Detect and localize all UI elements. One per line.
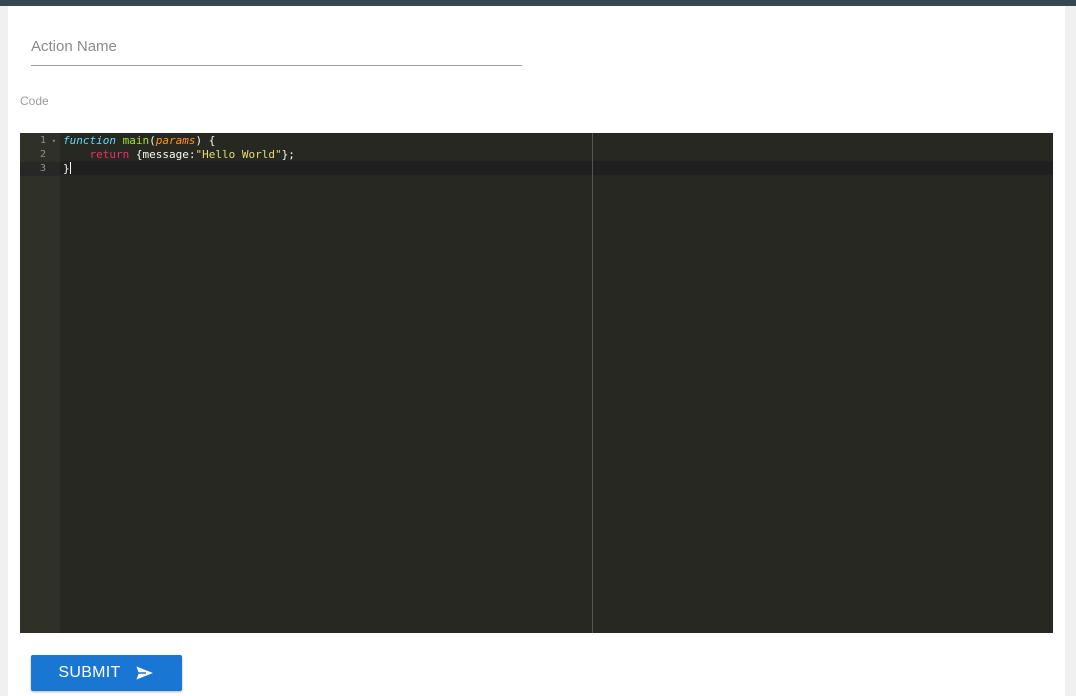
editor-gutter: 1 ▾ 2 3: [20, 133, 60, 633]
keyword-return: return: [89, 148, 130, 161]
paren-close: ) {: [195, 134, 216, 147]
function-name: main: [122, 134, 150, 147]
action-name-input[interactable]: [31, 28, 522, 66]
code-line-2[interactable]: return {message:"Hello World"};: [63, 148, 295, 162]
line-number: 1: [39, 135, 46, 146]
line-number: 2: [39, 149, 46, 160]
object-open: {message:: [129, 148, 196, 161]
action-name-field[interactable]: [31, 28, 522, 66]
active-line-highlight: [60, 161, 1053, 175]
keyword-function: function: [63, 134, 116, 147]
line-number: 3: [39, 163, 46, 174]
code-line-1[interactable]: function main(params) {: [63, 134, 215, 148]
gutter-row: 1 ▾: [20, 134, 60, 148]
closing-brace: }: [63, 162, 70, 175]
send-icon: [134, 665, 155, 681]
code-editor[interactable]: 1 ▾ 2 3 function main(params) { return {…: [20, 133, 1053, 633]
fold-arrow-icon[interactable]: ▾: [52, 134, 56, 148]
object-close: };: [281, 148, 295, 161]
string-literal: "Hello World": [195, 148, 282, 161]
print-margin: [592, 133, 593, 633]
text-cursor: [70, 162, 71, 174]
create-action-form: Code 1 ▾ 2 3 function main(params) { ret…: [8, 6, 1065, 696]
submit-button[interactable]: SUBMIT: [31, 655, 182, 691]
submit-label: SUBMIT: [58, 664, 121, 681]
gutter-row-active: 3: [20, 162, 60, 176]
paren-open: (: [149, 134, 156, 147]
code-label: Code: [20, 94, 49, 108]
parameter: params: [155, 134, 196, 147]
code-line-3[interactable]: }: [63, 162, 70, 176]
gutter-row: 2: [20, 148, 60, 162]
